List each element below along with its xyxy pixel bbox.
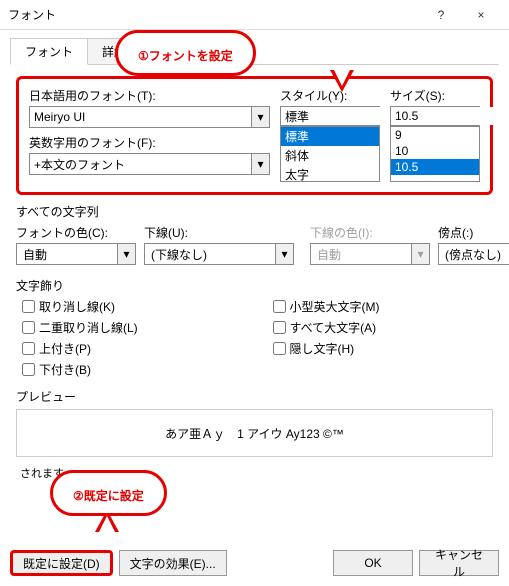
tab-font[interactable]: フォント — [10, 38, 88, 65]
check-dblstrike[interactable]: 二重取り消し線(L) — [22, 319, 243, 336]
titlebar: フォント ? × — [0, 0, 509, 30]
underline-color-combo: 自動 ▾ — [310, 243, 430, 265]
button-bar: 既定に設定(D) 文字の効果(E)... OK キャンセル — [10, 550, 499, 576]
underline-value: (下線なし) — [145, 244, 275, 264]
en-font-label: 英数字用のフォント(F): — [29, 134, 270, 151]
preview-text: あア亜Ａｙ 1 アイウ Ay123 ©™ — [165, 425, 344, 442]
preview-label: プレビュー — [16, 388, 493, 405]
jp-font-input[interactable] — [30, 107, 251, 127]
emphasis-label: 傍点(:) — [438, 224, 509, 241]
chevron-down-icon[interactable]: ▾ — [251, 107, 269, 127]
underline-combo[interactable]: (下線なし) ▾ — [144, 243, 294, 265]
jp-font-label: 日本語用のフォント(T): — [29, 87, 270, 104]
check-strike[interactable]: 取り消し線(K) — [22, 298, 243, 315]
size-listbox[interactable]: 9 10 10.5 — [390, 126, 480, 182]
jp-font-combo[interactable]: ▾ — [29, 106, 270, 128]
chevron-down-icon[interactable]: ▾ — [251, 154, 269, 174]
decoration-checks: 取り消し線(K) 小型英大文字(M) 二重取り消し線(L) すべて大文字(A) … — [22, 298, 493, 378]
style-listbox[interactable]: 標準 斜体 太字 — [280, 126, 380, 182]
content-area: 日本語用のフォント(T): ▾ 英数字用のフォント(F): ▾ スタイル(Y):… — [0, 66, 509, 507]
list-item[interactable]: 10 — [391, 143, 479, 159]
help-button[interactable]: ? — [421, 1, 461, 29]
check-sub[interactable]: 下付き(B) — [22, 361, 243, 378]
cancel-button[interactable]: キャンセル — [419, 550, 499, 576]
check-smallcaps[interactable]: 小型英大文字(M) — [273, 298, 494, 315]
font-selection-group: 日本語用のフォント(T): ▾ 英数字用のフォント(F): ▾ スタイル(Y):… — [16, 76, 493, 195]
checkbox[interactable] — [22, 342, 35, 355]
size-label: サイズ(S): — [390, 87, 480, 104]
underline-color-value: 自動 — [311, 244, 411, 264]
checkbox[interactable] — [22, 321, 35, 334]
check-allcaps[interactable]: すべて大文字(A) — [273, 319, 494, 336]
list-item[interactable]: 斜体 — [281, 146, 379, 165]
checkbox[interactable] — [22, 363, 35, 376]
window-title: フォント — [8, 6, 421, 23]
checkbox[interactable] — [22, 300, 35, 313]
all-text-label: すべての文字列 — [16, 203, 493, 220]
en-font-combo[interactable]: ▾ — [29, 153, 270, 175]
style-input-box[interactable] — [280, 106, 380, 126]
text-effects-button[interactable]: 文字の効果(E)... — [119, 550, 227, 576]
decoration-label: 文字飾り — [16, 277, 493, 294]
check-super[interactable]: 上付き(P) — [22, 340, 243, 357]
preview-box: あア亜Ａｙ 1 アイウ Ay123 ©™ — [16, 409, 493, 457]
checkbox[interactable] — [273, 321, 286, 334]
chevron-down-icon: ▾ — [411, 244, 429, 264]
font-color-label: フォントの色(C): — [16, 224, 136, 241]
en-font-input[interactable] — [30, 154, 251, 174]
chevron-down-icon[interactable]: ▾ — [275, 244, 293, 264]
size-input-box[interactable] — [390, 106, 480, 126]
callout-1: ①フォントを設定 — [115, 30, 256, 76]
check-hidden[interactable]: 隠し文字(H) — [273, 340, 494, 357]
chevron-down-icon[interactable]: ▾ — [117, 244, 135, 264]
emphasis-combo[interactable]: (傍点なし) ▾ — [438, 243, 509, 265]
size-input[interactable] — [391, 107, 509, 125]
set-default-button[interactable]: 既定に設定(D) — [10, 550, 113, 576]
font-color-value: 自動 — [17, 244, 117, 264]
list-item[interactable]: 太字 — [281, 165, 379, 182]
checkbox[interactable] — [273, 300, 286, 313]
close-button[interactable]: × — [461, 1, 501, 29]
list-item[interactable]: 10.5 — [391, 159, 479, 175]
checkbox[interactable] — [273, 342, 286, 355]
list-item[interactable]: 9 — [391, 127, 479, 143]
callout-1-tail — [330, 70, 354, 92]
emphasis-value: (傍点なし) — [439, 244, 509, 264]
underline-label: 下線(U): — [144, 224, 294, 241]
list-item[interactable]: 標準 — [281, 127, 379, 146]
font-color-combo[interactable]: 自動 ▾ — [16, 243, 136, 265]
ok-button[interactable]: OK — [333, 550, 413, 576]
underline-color-label: 下線の色(I): — [310, 224, 430, 241]
callout-2: ②既定に設定 — [50, 470, 167, 516]
